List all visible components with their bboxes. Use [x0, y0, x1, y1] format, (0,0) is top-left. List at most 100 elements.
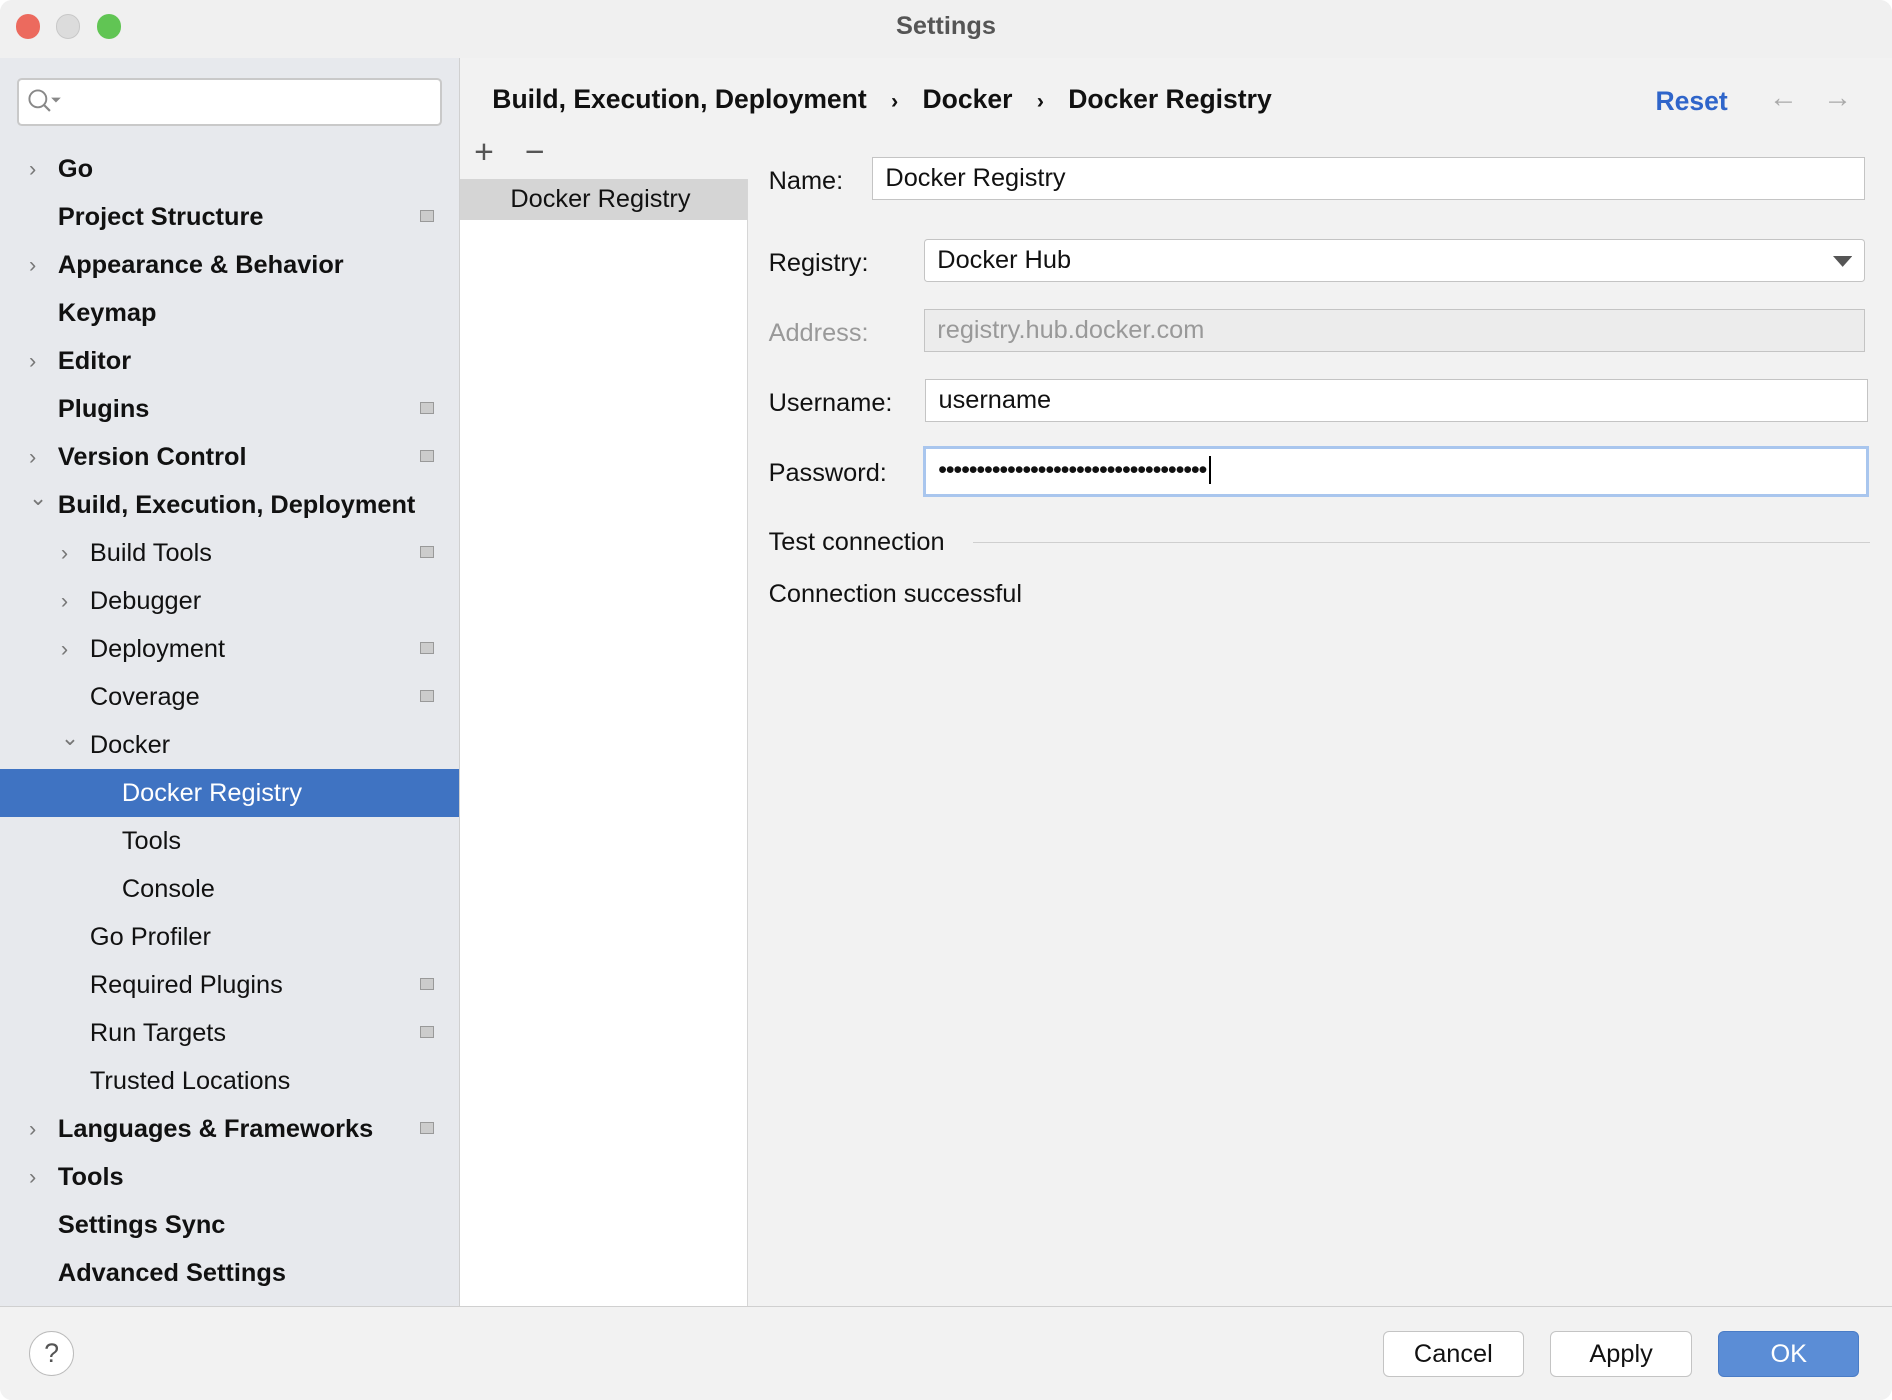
breadcrumb: Build, Execution, Deployment › Docker › …: [492, 84, 1271, 115]
sidebar-item[interactable]: ⌄ Docker: [0, 721, 459, 769]
sidebar-item[interactable]: Trusted Locations: [0, 1057, 459, 1105]
ok-button[interactable]: OK: [1718, 1330, 1860, 1377]
add-icon[interactable]: +: [474, 133, 494, 172]
sidebar-item[interactable]: Advanced Settings: [0, 1249, 459, 1297]
breadcrumb-separator-icon: ›: [890, 88, 899, 114]
sidebar-item-label: Docker: [89, 731, 171, 760]
breadcrumb-separator-icon: ›: [1036, 88, 1044, 114]
project-level-icon: [419, 641, 435, 654]
name-label: Name:: [768, 166, 844, 195]
test-connection-button[interactable]: Test connection: [769, 528, 945, 557]
registry-list: Docker Registry: [459, 178, 748, 1306]
address-label: Address:: [768, 318, 869, 347]
sidebar-item[interactable]: › Appearance & Behavior: [0, 241, 459, 289]
chevron-down-icon[interactable]: ⌄: [61, 714, 79, 762]
sidebar-item-label: Version Control: [57, 442, 247, 471]
chevron-down-icon[interactable]: ⌄: [29, 474, 47, 522]
apply-button[interactable]: Apply: [1550, 1330, 1692, 1377]
help-icon[interactable]: ?: [28, 1330, 75, 1377]
sidebar-item[interactable]: Project Structure: [0, 193, 459, 241]
sidebar-item[interactable]: Go Profiler: [0, 913, 459, 961]
project-level-icon: [419, 401, 435, 414]
separator: [972, 541, 1871, 543]
chevron-right-icon[interactable]: ›: [29, 1105, 36, 1153]
sidebar-item-label: Appearance & Behavior: [57, 250, 344, 279]
username-field[interactable]: username: [925, 378, 1868, 423]
sidebar-item[interactable]: Keymap: [0, 289, 459, 337]
sidebar-item[interactable]: ⌄ Build, Execution, Deployment: [0, 481, 459, 529]
password-label: Password:: [768, 458, 887, 487]
chevron-right-icon[interactable]: ›: [29, 1153, 36, 1201]
back-arrow-icon[interactable]: ←: [1769, 82, 1798, 115]
sidebar-item-label: Tools: [121, 827, 181, 856]
sidebar-item[interactable]: › Tools: [0, 1153, 459, 1201]
chevron-down-icon: [1833, 255, 1853, 267]
project-level-icon: [419, 449, 435, 462]
sidebar-item-label: Debugger: [89, 586, 202, 615]
sidebar-item-label: Keymap: [57, 298, 157, 327]
sidebar-item[interactable]: › Go: [0, 145, 459, 193]
chevron-right-icon[interactable]: ›: [61, 625, 68, 673]
sidebar-item[interactable]: › Debugger: [0, 577, 459, 625]
sidebar-item[interactable]: Console: [0, 865, 459, 913]
registry-value: Docker Hub: [937, 245, 1072, 274]
sidebar-item[interactable]: › Build Tools: [0, 529, 459, 577]
remove-icon[interactable]: −: [525, 133, 545, 172]
project-level-icon: [419, 978, 435, 991]
project-level-icon: [419, 1122, 435, 1135]
registry-select[interactable]: Docker Hub: [924, 238, 1866, 283]
settings-window: Settings › Go Project Structure › Appearance…: [0, 0, 1892, 1400]
sidebar-item[interactable]: Required Plugins: [0, 961, 459, 1009]
chevron-right-icon[interactable]: ›: [29, 337, 36, 385]
reset-link[interactable]: Reset: [1655, 86, 1727, 117]
sidebar-item[interactable]: › Deployment: [0, 625, 459, 673]
sidebar-item-label: Plugins: [57, 394, 150, 423]
list-toolbar: + −: [459, 130, 747, 179]
sidebar-item[interactable]: Tools: [0, 817, 459, 865]
sidebar-item-label: Go: [57, 154, 94, 183]
sidebar-item-label: Build, Execution, Deployment: [57, 490, 416, 519]
registry-label: Registry:: [768, 248, 869, 277]
settings-search-input[interactable]: [16, 78, 442, 126]
sidebar-item-label: Settings Sync: [57, 1211, 226, 1240]
forward-arrow-icon[interactable]: →: [1823, 82, 1852, 115]
sidebar-item-label: Tools: [57, 1163, 124, 1192]
chevron-right-icon[interactable]: ›: [29, 145, 36, 193]
sidebar-item[interactable]: Settings Sync: [0, 1201, 459, 1249]
sidebar-item-label: Languages & Frameworks: [57, 1115, 374, 1144]
chevron-right-icon[interactable]: ›: [61, 529, 68, 577]
sidebar-item[interactable]: Plugins: [0, 385, 459, 433]
search-icon: [28, 89, 62, 112]
dialog-footer: ? Cancel Apply OK: [0, 1305, 1892, 1400]
sidebar-item[interactable]: › Languages & Frameworks: [0, 1105, 459, 1153]
window-title: Settings: [896, 12, 996, 41]
sidebar-item[interactable]: › Version Control: [0, 433, 459, 481]
sidebar-item-label: Editor: [57, 346, 132, 375]
project-level-icon: [419, 209, 435, 222]
breadcrumb-item: Docker Registry: [1068, 84, 1272, 115]
chevron-right-icon[interactable]: ›: [61, 577, 68, 625]
sidebar-item-label: Deployment: [89, 635, 226, 663]
name-field[interactable]: Docker Registry: [872, 156, 1866, 201]
title-bar: Settings: [0, 0, 1892, 58]
list-item[interactable]: Docker Registry: [459, 178, 747, 220]
sidebar-item-label: Go Profiler: [89, 923, 211, 952]
breadcrumb-item[interactable]: Docker: [922, 84, 1012, 114]
chevron-right-icon[interactable]: ›: [29, 241, 36, 289]
sidebar-item[interactable]: Run Targets: [0, 1009, 459, 1057]
sidebar-item[interactable]: › Editor: [0, 337, 459, 385]
sidebar-item[interactable]: Docker Registry: [0, 769, 459, 818]
cancel-button[interactable]: Cancel: [1382, 1330, 1524, 1377]
address-field: registry.hub.docker.com: [924, 308, 1866, 353]
connection-status: Connection successful: [768, 580, 1022, 609]
password-field[interactable]: •••••••••••••••••••••••••••••••••••: [923, 446, 1869, 498]
project-level-icon: [419, 1026, 435, 1039]
sidebar-item-label: Trusted Locations: [89, 1067, 291, 1096]
text-cursor: [1208, 456, 1211, 485]
sidebar-item-label: Build Tools: [89, 538, 212, 567]
sidebar-item-label: Console: [121, 875, 215, 904]
project-level-icon: [419, 545, 435, 558]
project-level-icon: [419, 689, 435, 702]
breadcrumb-item[interactable]: Build, Execution, Deployment: [492, 84, 866, 114]
sidebar-item-label: Run Targets: [89, 1019, 226, 1048]
